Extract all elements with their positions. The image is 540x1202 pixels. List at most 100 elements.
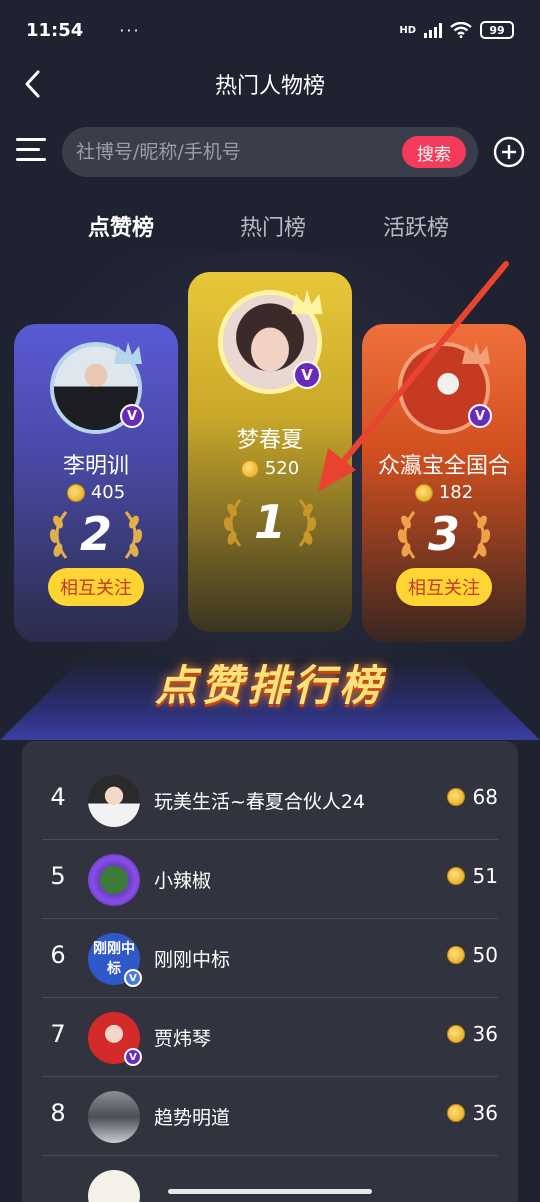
like-coin-icon xyxy=(446,788,465,806)
ranking-list: 4 玩美生活~春夏合伙人24 68 5 小辣椒 51 6 刚刚中标 V 刚刚中标… xyxy=(22,741,518,1202)
like-coin-icon xyxy=(240,459,259,478)
search-row: 搜索 xyxy=(0,126,540,178)
crown-icon xyxy=(291,289,323,315)
like-coin-icon xyxy=(446,867,465,885)
verified-icon: V xyxy=(120,404,144,428)
avatar-image xyxy=(88,775,140,827)
tab-active[interactable]: 活跃榜 xyxy=(383,210,449,242)
like-count-value: 51 xyxy=(472,864,498,888)
rank-number: 4 xyxy=(50,783,66,811)
like-count-value: 50 xyxy=(472,943,498,967)
avatar-image xyxy=(88,854,140,906)
like-count-value: 36 xyxy=(472,1101,498,1125)
rank-number: 1 xyxy=(253,495,286,549)
like-count: 51 xyxy=(446,864,498,888)
list-item[interactable]: 7 V 贾炜琴 36 xyxy=(22,998,518,1077)
tab-likes[interactable]: 点赞榜 xyxy=(88,210,154,242)
rank-emblem: 1 xyxy=(210,494,330,550)
search-box: 搜索 xyxy=(62,127,478,177)
podium-card-third[interactable]: V 众瀛宝全国合 182 3 相互关注 xyxy=(362,324,526,642)
plus-circle-icon[interactable] xyxy=(493,136,525,168)
like-coin-icon xyxy=(446,946,465,964)
ranking-tabs: 点赞榜 热门榜 活跃榜 xyxy=(0,210,540,250)
like-count: 182 xyxy=(362,482,526,503)
verified-icon: V xyxy=(293,361,321,389)
battery-level: 99 xyxy=(489,23,505,37)
likes-ranking-banner: 点赞排行榜 xyxy=(0,640,540,740)
user-name: 趋势明道 xyxy=(154,1107,231,1129)
rank-emblem: 2 xyxy=(36,506,156,562)
search-button[interactable]: 搜索 xyxy=(402,136,466,168)
rank-number: 7 xyxy=(50,1020,66,1048)
like-count: 520 xyxy=(188,458,352,479)
avatar[interactable] xyxy=(88,854,140,906)
verified-icon: V xyxy=(468,404,492,428)
like-count: 36 xyxy=(446,1022,498,1046)
status-time: 11:54 xyxy=(26,19,84,41)
crown-icon xyxy=(462,342,490,364)
user-name: 众瀛宝全国合 xyxy=(377,454,510,479)
like-coin-icon xyxy=(446,1025,465,1043)
list-item[interactable] xyxy=(22,1156,518,1202)
battery-icon: 99 xyxy=(480,21,514,39)
podium-card-second[interactable]: V 李明训 405 2 相互关注 xyxy=(14,324,178,642)
status-icons: HD 99 xyxy=(399,21,514,39)
status-more: ··· xyxy=(119,20,141,40)
status-bar: 11:54 ··· HD 99 xyxy=(0,0,540,60)
rank-number: 3 xyxy=(427,507,460,561)
like-coin-icon xyxy=(446,1104,465,1122)
avatar[interactable]: 刚刚中标 V xyxy=(88,933,142,987)
avatar[interactable]: V xyxy=(218,289,323,394)
user-name: 李明训 xyxy=(62,454,129,479)
avatar[interactable]: V xyxy=(50,342,144,434)
like-count-value: 520 xyxy=(264,458,300,479)
menu-icon[interactable] xyxy=(16,138,46,166)
like-count-value: 405 xyxy=(90,482,126,503)
search-input[interactable] xyxy=(76,127,396,177)
user-name: 小辣椒 xyxy=(154,870,212,892)
network-label: HD xyxy=(399,24,416,36)
podium-card-first[interactable]: V 梦春夏 520 1 xyxy=(188,272,352,632)
list-item[interactable]: 5 小辣椒 51 xyxy=(22,840,518,919)
avatar[interactable]: V xyxy=(398,342,492,434)
follow-button[interactable]: 相互关注 xyxy=(396,568,492,606)
avatar[interactable] xyxy=(88,1091,140,1143)
rank-emblem: 3 xyxy=(384,506,504,562)
avatar[interactable]: V xyxy=(88,1012,142,1066)
like-count: 405 xyxy=(14,482,178,503)
list-item[interactable]: 6 刚刚中标 V 刚刚中标 50 xyxy=(22,919,518,998)
avatar[interactable] xyxy=(88,775,140,827)
home-indicator[interactable] xyxy=(168,1189,372,1194)
page-title: 热门人物榜 xyxy=(214,74,325,99)
like-count-value: 182 xyxy=(438,482,474,503)
list-item[interactable]: 8 趋势明道 36 xyxy=(22,1077,518,1156)
rank-number: 2 xyxy=(79,507,112,561)
signal-icon xyxy=(424,22,442,38)
list-item[interactable]: 4 玩美生活~春夏合伙人24 68 xyxy=(22,761,518,840)
follow-button[interactable]: 相互关注 xyxy=(48,568,144,606)
crown-icon xyxy=(114,342,142,364)
like-count: 36 xyxy=(446,1101,498,1125)
rank-number: 5 xyxy=(50,862,66,890)
user-name: 梦春夏 xyxy=(236,428,303,453)
like-count-value: 36 xyxy=(472,1022,498,1046)
user-name: 刚刚中标 xyxy=(154,949,231,971)
like-count: 68 xyxy=(446,785,498,809)
verified-icon: V xyxy=(124,969,142,987)
nav-bar: 热门人物榜 xyxy=(0,60,540,108)
rank-number: 8 xyxy=(50,1099,66,1127)
rank-number: 6 xyxy=(50,941,66,969)
avatar-image xyxy=(88,1170,140,1202)
user-name: 贾炜琴 xyxy=(154,1028,212,1050)
avatar-image xyxy=(88,1091,140,1143)
avatar[interactable] xyxy=(88,1170,140,1202)
user-name: 玩美生活~春夏合伙人24 xyxy=(154,791,366,813)
tab-hot[interactable]: 热门榜 xyxy=(240,210,306,242)
wifi-icon xyxy=(450,22,472,38)
like-count: 50 xyxy=(446,943,498,967)
chevron-left-icon[interactable] xyxy=(18,68,50,100)
like-coin-icon xyxy=(414,483,433,502)
like-coin-icon xyxy=(66,483,85,502)
banner-title: 点赞排行榜 xyxy=(154,661,385,710)
verified-icon: V xyxy=(124,1048,142,1066)
